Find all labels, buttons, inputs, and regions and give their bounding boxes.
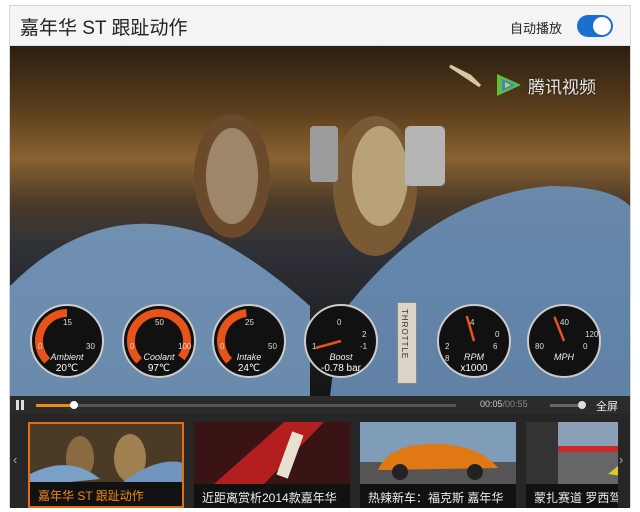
fullscreen-button[interactable]: 全屏 [596,398,618,414]
gauge-tick-label: 1 [312,342,317,351]
gauge-value: 20℃ [55,363,79,374]
gauge-label: MPH [554,352,574,362]
playlist-item[interactable]: 蒙扎赛道 罗西驾 [526,422,618,508]
scroll-right-icon[interactable]: › [619,452,623,467]
video-screen[interactable]: 腾讯视频 15 0 30 Ambient 20℃ 50 0 100 Coolant 97℃ 25 0 5… [10,46,630,396]
playlist-item-title: 近距离赏析2014款嘉年华 [194,484,350,508]
gauge-tick-label: 100 [178,342,192,351]
pause-button[interactable] [15,400,25,410]
gauge-label: Intake [236,352,262,362]
gauge-tick-label: 50 [268,342,277,351]
playlist-item[interactable]: 嘉年华 ST 跟趾动作 [28,422,184,508]
watermark-text: 腾讯视频 [528,77,596,97]
volume-slider[interactable] [550,401,586,409]
progress-fill [36,404,74,407]
gauge-value: 97℃ [147,363,171,374]
gauge-tick-label: 80 [535,342,544,351]
thumbnail-image [194,422,350,484]
gauge-tick-label: 120 [585,330,599,339]
gauge-tick-label: 0 [337,318,342,327]
duration: 00:55 [505,399,528,409]
throttle-bar: THROTTLE [397,302,417,384]
thumbnail-image [30,424,182,486]
gauge-value: 24℃ [237,363,261,374]
gauge-ambient: 15 0 30 Ambient 20℃ [28,302,106,380]
gauge-label: RPM [464,352,484,362]
gauge-tick-label: 40 [560,318,569,327]
gauge-value: x1000 [460,363,488,374]
gauge-tick-label: 0 [38,342,43,351]
gauge-tick-label: 50 [155,318,164,327]
gauge-rpm: 4 2 6 0 8 RPM x1000 [435,302,513,380]
playlist-item[interactable]: 热辣新车：福克斯 嘉年华 [360,422,516,508]
scroll-left-icon[interactable]: ‹ [13,452,17,467]
thumbnail-image [558,422,618,484]
player-header: 嘉年华 ST 跟趾动作 自动播放 [10,6,630,46]
thumbnail-image [360,422,516,484]
current-time: 00:05 [480,399,503,409]
gauge-label: Ambient [50,352,84,362]
gauge-value: -0.78 bar [320,363,362,374]
time-display: 00:05/00:55 [480,399,528,409]
playlist-item-title: 蒙扎赛道 罗西驾 [526,484,618,508]
gauge-tick-label: 0 [495,330,500,339]
progress-handle[interactable] [69,401,78,409]
gauge-label: Coolant [143,352,175,362]
autoplay-toggle[interactable] [577,15,613,37]
gauge-tick-label: 0 [130,342,135,351]
toggle-knob [593,17,611,35]
playlist-item[interactable]: 近距离赏析2014款嘉年华 [194,422,350,508]
gauge-tick-label: 2 [445,342,450,351]
gauge-coolant: 50 0 100 Coolant 97℃ [120,302,198,380]
gauge-tick-label: 0 [220,342,225,351]
gauge-label: Boost [329,352,353,362]
gauge-mph: 40 80 0 120 MPH [525,302,603,380]
autoplay-label: 自动播放 [510,21,563,36]
gauge-intake: 25 0 50 Intake 24℃ [210,302,288,380]
progress-bar[interactable] [36,401,456,409]
gauge-tick-label: -1 [360,342,368,351]
gauge-tick-label: 2 [362,330,367,339]
gauge-tick-label: 0 [583,342,588,351]
tencent-video-logo-icon [497,74,521,96]
volume-handle[interactable] [578,401,586,409]
playlist-item-title: 嘉年华 ST 跟趾动作 [30,482,182,506]
gauge-tick-label: 4 [470,318,475,327]
tencent-video-watermark: 腾讯视频 [494,72,596,98]
playlist-item-title: 热辣新车：福克斯 嘉年华 [360,484,516,508]
gauge-tick-label: 15 [63,318,72,327]
control-bar: 00:05/00:55 全屏 [10,396,630,414]
throttle-label: THROTTLE [400,309,409,360]
video-title: 嘉年华 ST 跟趾动作 [20,18,188,39]
gauge-boost: 0 1 -1 2 Boost -0.78 bar [302,302,380,380]
playlist-strip: ‹ 嘉年华 ST 跟趾动作 近距离赏析2014款嘉年华 热辣新车：福克斯 嘉年华… [10,414,630,508]
gauge-tick-label: 25 [245,318,254,327]
gauge-tick-label: 6 [493,342,498,351]
video-player: 嘉年华 ST 跟趾动作 自动播放 腾讯视频 15 0 30 Ambient 20℃ 50 0… [9,5,631,508]
gauge-tick-label: 30 [86,342,95,351]
